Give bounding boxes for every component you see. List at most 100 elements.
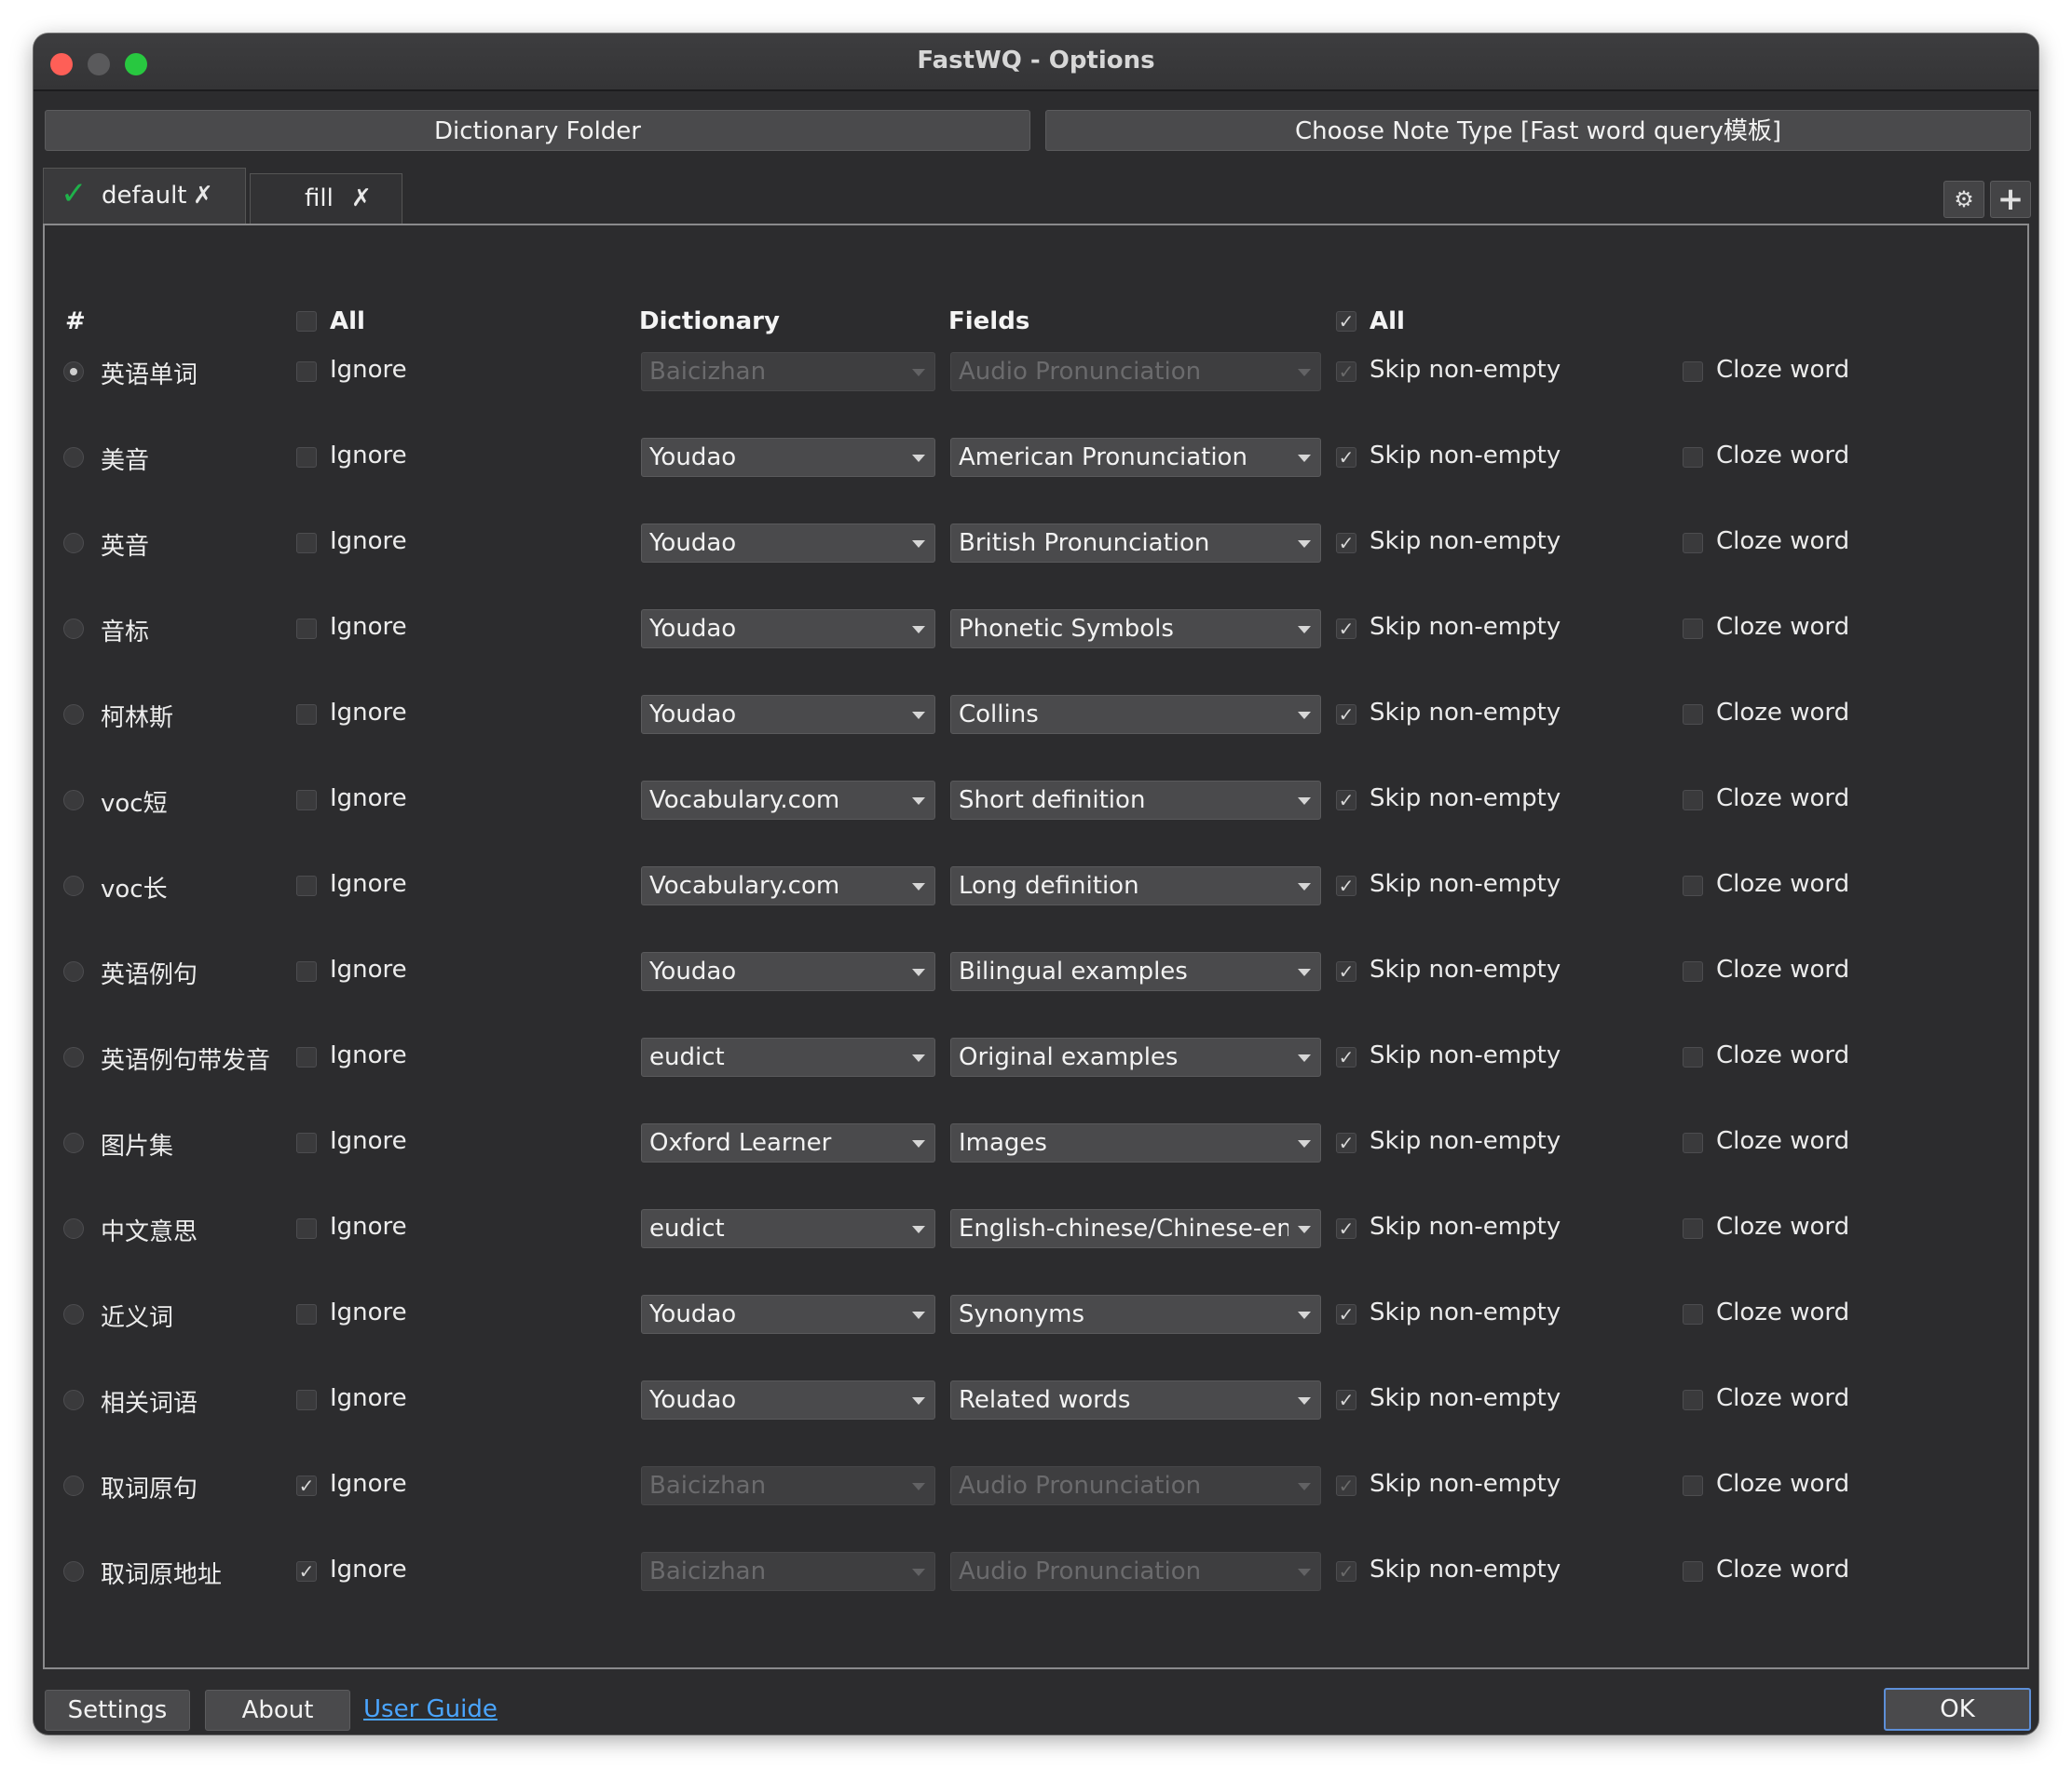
dictionary-select[interactable]: Youdao <box>641 1295 935 1334</box>
skip-non-empty-checkbox[interactable]: ✓ <box>1336 704 1356 725</box>
skip-non-empty-checkbox[interactable]: ✓ <box>1336 1047 1356 1068</box>
dictionary-folder-button[interactable]: Dictionary Folder <box>45 110 1030 151</box>
about-button[interactable]: About <box>205 1690 350 1731</box>
dictionary-select[interactable]: eudict <box>641 1038 935 1077</box>
tab-fill[interactable]: fill ✗ <box>250 173 402 224</box>
dict-field-select[interactable]: Synonyms <box>950 1295 1321 1334</box>
skip-non-empty-checkbox[interactable]: ✓ <box>1336 1390 1356 1410</box>
dictionary-select[interactable]: Youdao <box>641 609 935 648</box>
dict-field-select[interactable]: Original examples <box>950 1038 1321 1077</box>
ignore-checkbox[interactable] <box>296 1133 317 1153</box>
skip-non-empty-checkbox[interactable]: ✓ <box>1336 1476 1356 1496</box>
field-radio[interactable] <box>63 1561 84 1582</box>
add-tab-icon[interactable]: + <box>1990 181 2031 218</box>
field-radio[interactable] <box>63 876 84 896</box>
ignore-checkbox[interactable] <box>296 619 317 639</box>
field-radio[interactable] <box>63 1047 84 1068</box>
ignore-checkbox[interactable] <box>296 361 317 382</box>
skip-non-empty-checkbox[interactable]: ✓ <box>1336 1304 1356 1325</box>
skip-non-empty-checkbox[interactable]: ✓ <box>1336 619 1356 639</box>
cloze-word-checkbox[interactable] <box>1683 1133 1703 1153</box>
dictionary-select[interactable]: Oxford Learner <box>641 1123 935 1163</box>
ignore-checkbox[interactable] <box>296 704 317 725</box>
tab-default[interactable]: ✓ default ✗ <box>43 168 246 224</box>
field-radio[interactable] <box>63 1476 84 1496</box>
ignore-checkbox[interactable]: ✓ <box>296 1476 317 1496</box>
dictionary-select[interactable]: Youdao <box>641 438 935 477</box>
ok-button[interactable]: OK <box>1884 1688 2031 1731</box>
skip-all-checkbox[interactable]: ✓ <box>1336 311 1356 332</box>
dictionary-select[interactable]: Youdao <box>641 952 935 991</box>
cloze-word-checkbox[interactable] <box>1683 361 1703 382</box>
dict-field-select[interactable]: British Pronunciation <box>950 524 1321 563</box>
dictionary-select[interactable]: Youdao <box>641 524 935 563</box>
cloze-word-checkbox[interactable] <box>1683 876 1703 896</box>
field-radio[interactable] <box>63 619 84 639</box>
ignore-checkbox[interactable] <box>296 1218 317 1239</box>
cloze-word-checkbox[interactable] <box>1683 961 1703 982</box>
field-radio[interactable] <box>63 1133 84 1153</box>
ignore-checkbox[interactable] <box>296 790 317 810</box>
dictionary-select[interactable]: Youdao <box>641 1380 935 1420</box>
dict-field-select[interactable]: Audio Pronunciation <box>950 1552 1321 1591</box>
dict-field-select[interactable]: Short definition <box>950 781 1321 820</box>
field-radio[interactable] <box>63 1218 84 1239</box>
dict-field-select[interactable]: Audio Pronunciation <box>950 352 1321 391</box>
skip-non-empty-checkbox[interactable]: ✓ <box>1336 961 1356 982</box>
field-radio[interactable] <box>63 1304 84 1325</box>
field-radio[interactable] <box>63 961 84 982</box>
dictionary-select[interactable]: Youdao <box>641 695 935 734</box>
cloze-word-checkbox[interactable] <box>1683 704 1703 725</box>
dict-field-select[interactable]: American Pronunciation <box>950 438 1321 477</box>
field-radio[interactable] <box>63 361 84 382</box>
dict-field-select[interactable]: Related words <box>950 1380 1321 1420</box>
field-radio[interactable] <box>63 704 84 725</box>
ignore-checkbox[interactable]: ✓ <box>296 1561 317 1582</box>
ignore-checkbox[interactable] <box>296 533 317 553</box>
cloze-word-checkbox[interactable] <box>1683 790 1703 810</box>
ignore-checkbox[interactable] <box>296 1390 317 1410</box>
cloze-word-checkbox[interactable] <box>1683 1047 1703 1068</box>
dictionary-select[interactable]: Baicizhan <box>641 1466 935 1505</box>
skip-non-empty-checkbox[interactable]: ✓ <box>1336 361 1356 382</box>
cloze-word-checkbox[interactable] <box>1683 1476 1703 1496</box>
user-guide-link[interactable]: User Guide <box>363 1695 498 1723</box>
choose-note-type-button[interactable]: Choose Note Type [Fast word query模板] <box>1045 110 2031 151</box>
dictionary-select[interactable]: eudict <box>641 1209 935 1248</box>
gear-icon[interactable]: ⚙ <box>1943 181 1984 218</box>
field-radio[interactable] <box>63 790 84 810</box>
dictionary-select[interactable]: Vocabulary.com <box>641 781 935 820</box>
skip-non-empty-checkbox[interactable]: ✓ <box>1336 1561 1356 1582</box>
field-radio[interactable] <box>63 447 84 468</box>
cloze-word-checkbox[interactable] <box>1683 1218 1703 1239</box>
ignore-all-checkbox[interactable] <box>296 311 317 332</box>
ignore-checkbox[interactable] <box>296 1304 317 1325</box>
ignore-checkbox[interactable] <box>296 876 317 896</box>
skip-non-empty-checkbox[interactable]: ✓ <box>1336 447 1356 468</box>
dict-field-select[interactable]: Collins <box>950 695 1321 734</box>
cloze-word-checkbox[interactable] <box>1683 447 1703 468</box>
dictionary-select[interactable]: Baicizhan <box>641 1552 935 1591</box>
dict-field-select[interactable]: Phonetic Symbols <box>950 609 1321 648</box>
dictionary-select[interactable]: Baicizhan <box>641 352 935 391</box>
dict-field-select[interactable]: Bilingual examples <box>950 952 1321 991</box>
dict-field-select[interactable]: English-chinese/Chinese-eng <box>950 1209 1321 1248</box>
dictionary-select[interactable]: Vocabulary.com <box>641 866 935 905</box>
ignore-checkbox[interactable] <box>296 961 317 982</box>
cloze-word-checkbox[interactable] <box>1683 619 1703 639</box>
skip-non-empty-checkbox[interactable]: ✓ <box>1336 790 1356 810</box>
skip-non-empty-checkbox[interactable]: ✓ <box>1336 533 1356 553</box>
tab-close-icon[interactable]: ✗ <box>351 174 372 223</box>
dict-field-select[interactable]: Audio Pronunciation <box>950 1466 1321 1505</box>
tab-close-icon[interactable]: ✗ <box>193 169 213 223</box>
settings-button[interactable]: Settings <box>45 1690 190 1731</box>
field-radio[interactable] <box>63 533 84 553</box>
ignore-checkbox[interactable] <box>296 1047 317 1068</box>
cloze-word-checkbox[interactable] <box>1683 533 1703 553</box>
dict-field-select[interactable]: Long definition <box>950 866 1321 905</box>
ignore-checkbox[interactable] <box>296 447 317 468</box>
skip-non-empty-checkbox[interactable]: ✓ <box>1336 876 1356 896</box>
cloze-word-checkbox[interactable] <box>1683 1304 1703 1325</box>
skip-non-empty-checkbox[interactable]: ✓ <box>1336 1218 1356 1239</box>
skip-non-empty-checkbox[interactable]: ✓ <box>1336 1133 1356 1153</box>
